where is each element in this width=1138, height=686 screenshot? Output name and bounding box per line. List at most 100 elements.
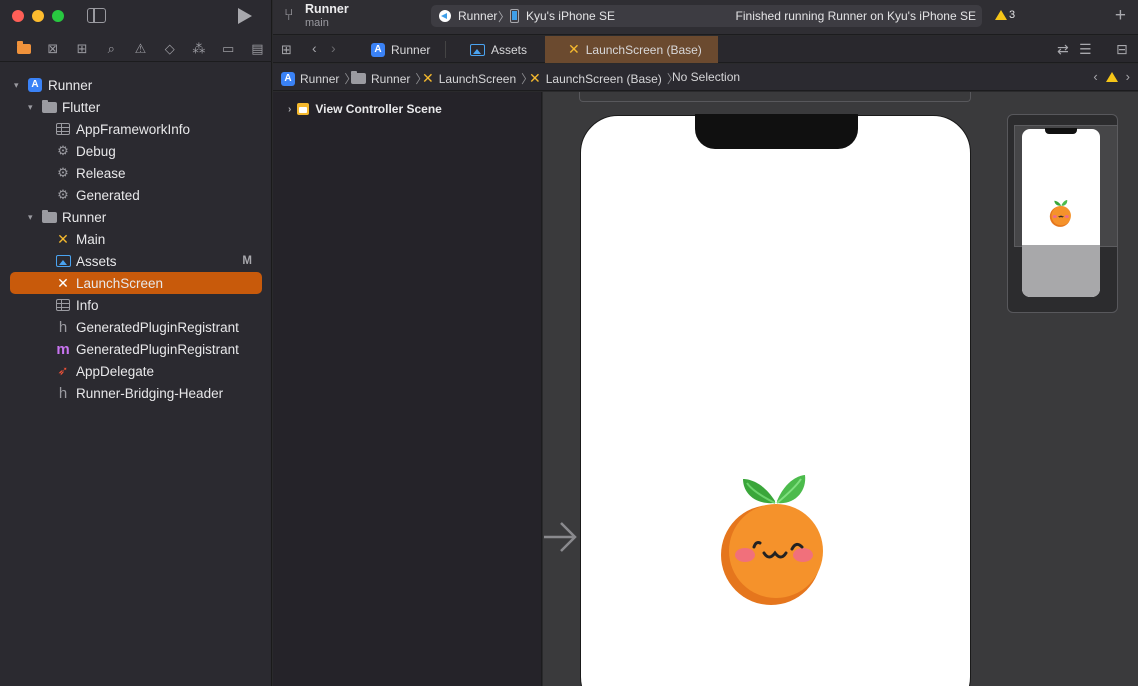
config-gear-icon: ⚙: [57, 143, 69, 158]
tree-item[interactable]: ✕ Main: [0, 228, 272, 250]
tree-item[interactable]: ▾ Flutter: [0, 96, 272, 118]
tree-item[interactable]: h Runner-Bridging-Header: [0, 382, 272, 404]
tree-item[interactable]: ▾ Runner: [0, 206, 272, 228]
jump-item-localization[interactable]: ✕ LaunchScreen (Base) 〉: [529, 70, 679, 87]
warning-icon: ⚠: [134, 40, 147, 56]
warnings-indicator[interactable]: 3: [995, 9, 1015, 21]
symbol-navigator-tab[interactable]: ⊞: [67, 36, 96, 62]
warning-icon[interactable]: [1105, 71, 1118, 82]
tree-item-label: AppDelegate: [76, 363, 155, 379]
find-navigator-tab[interactable]: ⌕: [97, 36, 126, 62]
tree-item-label: Release: [76, 165, 126, 181]
back-button[interactable]: ‹: [312, 40, 317, 56]
minimap[interactable]: [1007, 114, 1118, 313]
tree-item[interactable]: ✕ LaunchScreen: [0, 272, 272, 294]
tree-item[interactable]: AppFrameworkInfo: [0, 118, 272, 140]
tree-item[interactable]: Info: [0, 294, 272, 316]
navigator-sidebar: ⊠ ⊞ ⌕ ⚠ ◇ ⁂ ▭ ▤ ▾ Runner ▾ Flutter AppFramew…: [0, 0, 272, 686]
tree-item-label: GeneratedPluginRegistrant: [76, 341, 239, 357]
tree-item-label: Generated: [76, 187, 140, 203]
assets-icon: [470, 43, 485, 56]
tree-item[interactable]: ➶ AppDelegate: [0, 360, 272, 382]
tree-item-label: Debug: [76, 143, 116, 159]
search-icon: ⌕: [107, 40, 115, 56]
code-review-icon[interactable]: ⇄: [1057, 41, 1069, 58]
project-tree: ▾ Runner ▾ Flutter AppFrameworkInfo ⚙ Debug ⚙ Re…: [0, 74, 272, 404]
tab-label: Assets: [491, 42, 528, 57]
xcode-window: ⊠ ⊞ ⌕ ⚠ ◇ ⁂ ▭ ▤ ▾ Runner ▾ Flutter AppFramew…: [0, 0, 1138, 686]
tab-launchscreen[interactable]: ✕ LaunchScreen (Base): [545, 36, 718, 63]
test-navigator-tab[interactable]: ◇: [155, 36, 184, 62]
branch-icon: ⑂: [284, 7, 294, 24]
device-notch: [695, 114, 858, 149]
jump-item-project[interactable]: Runner 〉: [281, 70, 356, 87]
scheme-selector[interactable]: Runner: [458, 9, 497, 23]
tree-item-label: Runner: [62, 209, 107, 225]
tab-runner[interactable]: Runner: [371, 36, 430, 63]
outline-scene-row[interactable]: › View Controller Scene: [288, 102, 442, 116]
jump-item-folder[interactable]: Runner 〉: [351, 70, 427, 87]
project-navigator-tab[interactable]: [9, 36, 38, 62]
tree-item[interactable]: ⚙ Generated: [0, 184, 272, 206]
issue-navigator-tab[interactable]: ⚠: [126, 36, 155, 62]
folder-icon: [351, 71, 366, 84]
warning-count: 3: [1009, 9, 1016, 21]
source-control-navigator-tab[interactable]: ⊠: [38, 36, 67, 62]
tab-label: Runner: [391, 42, 431, 57]
tree-item[interactable]: Assets M: [0, 250, 272, 272]
tree-item[interactable]: ⚙ Release: [0, 162, 272, 184]
tab-label: LaunchScreen (Base): [585, 42, 702, 57]
issue-nav: ‹ ›: [1093, 69, 1130, 84]
tab-assets[interactable]: Assets: [470, 36, 527, 63]
spray-icon: ⁂: [192, 40, 206, 56]
add-library-button[interactable]: +: [1115, 5, 1126, 27]
run-destination-selector[interactable]: Kyu's iPhone SE: [526, 9, 615, 23]
navigator-selector-bar: ⊠ ⊞ ⌕ ⚠ ◇ ⁂ ▭ ▤: [0, 36, 272, 62]
tree-item[interactable]: m GeneratedPluginRegistrant: [0, 338, 272, 360]
storyboard-icon: ✕: [422, 70, 434, 86]
close-window-button[interactable]: [12, 10, 24, 22]
debug-navigator-tab[interactable]: ⁂: [184, 36, 213, 62]
hierarchy-icon: ⊞: [76, 40, 88, 56]
jump-label: LaunchScreen (Base): [545, 71, 662, 86]
jump-item-selection[interactable]: No Selection: [672, 70, 740, 84]
disclosure-chevron-icon[interactable]: ›: [288, 104, 291, 115]
tree-item[interactable]: ▾ Runner: [0, 74, 272, 96]
split-editor-icon[interactable]: ⊟: [1116, 41, 1128, 58]
disclosure-chevron-icon[interactable]: ▾: [28, 102, 33, 113]
previous-issue-icon[interactable]: ‹: [1093, 69, 1097, 84]
disclosure-chevron-icon[interactable]: ▾: [14, 80, 19, 91]
run-button[interactable]: [238, 8, 252, 24]
minimize-window-button[interactable]: [32, 10, 44, 22]
minimap-overflow: [1022, 245, 1100, 297]
tree-item-label: AppFrameworkInfo: [76, 121, 191, 137]
toolbar-project-name[interactable]: Runner: [305, 2, 349, 16]
project-icon: [371, 42, 385, 57]
orange-mascot-image: [721, 475, 823, 605]
tree-item[interactable]: ⚙ Debug: [0, 140, 272, 162]
jump-label: No Selection: [672, 70, 741, 84]
entry-point-arrow-icon[interactable]: [543, 520, 579, 554]
warning-icon: [995, 10, 1007, 20]
adjust-editor-options-icon[interactable]: ☰: [1079, 41, 1092, 58]
config-gear-icon: ⚙: [57, 165, 69, 180]
toolbar-branch-name[interactable]: main: [305, 17, 329, 29]
orange-mascot-thumbnail: [1049, 199, 1071, 227]
project-icon: [281, 71, 295, 86]
jump-item-file[interactable]: ✕ LaunchScreen 〉: [422, 70, 533, 87]
next-issue-icon[interactable]: ›: [1126, 69, 1130, 84]
storyboard-canvas[interactable]: [543, 92, 1138, 686]
toggle-sidebar-icon[interactable]: [87, 8, 106, 23]
related-items-icon[interactable]: ⊞: [281, 42, 292, 58]
breakpoint-navigator-tab[interactable]: ▭: [214, 36, 243, 62]
zoom-window-button[interactable]: [52, 10, 64, 22]
tree-item[interactable]: h GeneratedPluginRegistrant: [0, 316, 272, 338]
storyboard-icon: ✕: [529, 70, 541, 86]
report-navigator-tab[interactable]: ▤: [243, 36, 272, 62]
report-icon: ▤: [251, 40, 264, 56]
forward-button[interactable]: ›: [331, 40, 336, 56]
disclosure-chevron-icon[interactable]: ▾: [28, 212, 33, 223]
editor-tab-bar: ⊞ ‹ › Runner Assets ✕ LaunchScreen (Base…: [273, 36, 1138, 63]
window-toolbar: ⑂ Runner main Runner 〉 Kyu's iPhone SE F…: [273, 0, 1138, 35]
view-controller-device-frame[interactable]: [580, 114, 971, 686]
